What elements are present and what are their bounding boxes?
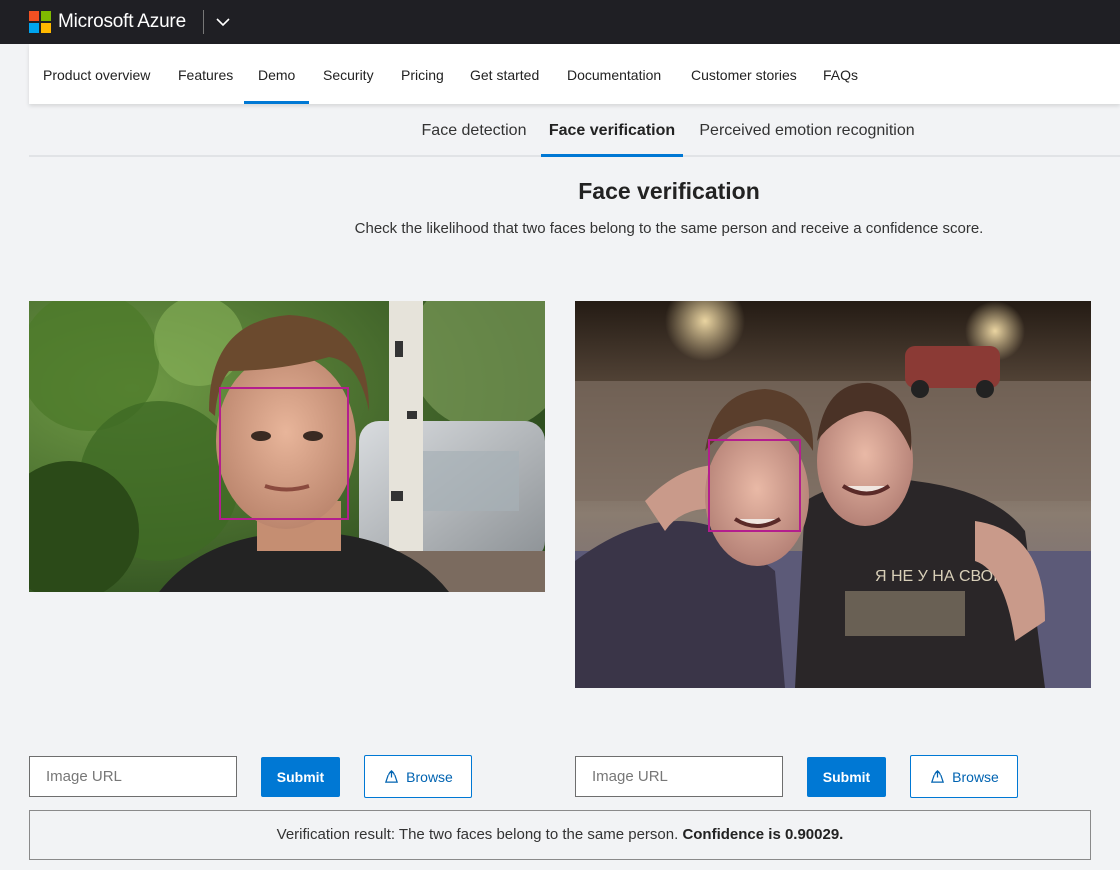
right-image-url-input[interactable]	[575, 756, 783, 797]
nav-item-pricing[interactable]: Pricing	[401, 44, 444, 104]
right-submit-button[interactable]: Submit	[807, 757, 886, 797]
browse-icon	[931, 769, 945, 783]
page-title: Face verification	[578, 178, 760, 204]
nav-item-customer-stories[interactable]: Customer stories	[691, 44, 797, 104]
product-nav: Product overview Features Demo Security …	[29, 44, 1120, 104]
right-browse-label: Browse	[952, 768, 999, 785]
verification-result-text: Verification result: The two faces belon…	[276, 826, 679, 843]
right-face-bounding-box	[708, 439, 801, 532]
left-face-bounding-box	[219, 387, 349, 520]
right-browse-button[interactable]: Browse	[910, 755, 1018, 798]
brand-divider	[203, 10, 204, 34]
microsoft-logo-icon[interactable]	[29, 11, 51, 33]
chevron-down-icon[interactable]	[213, 12, 233, 32]
left-browse-button[interactable]: Browse	[364, 755, 472, 798]
nav-item-security[interactable]: Security	[323, 44, 374, 104]
nav-item-faqs[interactable]: FAQs	[823, 44, 858, 104]
right-face-image: Я НЕ У НА СВОЇ	[575, 301, 1091, 688]
tab-face-verification[interactable]: Face verification	[541, 110, 683, 157]
nav-item-features[interactable]: Features	[178, 44, 233, 104]
left-face-image	[29, 301, 545, 592]
svg-text:Я НЕ У НА СВОЇ: Я НЕ У НА СВОЇ	[875, 567, 998, 585]
nav-item-documentation[interactable]: Documentation	[567, 44, 661, 104]
browse-icon	[385, 769, 399, 783]
brand-name[interactable]: Microsoft Azure	[58, 11, 186, 33]
top-bar: Microsoft Azure	[0, 0, 1120, 44]
tab-perceived-emotion-recognition[interactable]: Perceived emotion recognition	[692, 110, 922, 157]
page-description: Check the likelihood that two faces belo…	[354, 220, 984, 237]
tab-face-detection[interactable]: Face detection	[416, 110, 532, 157]
left-image-url-input[interactable]	[29, 756, 237, 797]
left-submit-button[interactable]: Submit	[261, 757, 340, 797]
nav-item-product-overview[interactable]: Product overview	[43, 44, 150, 104]
nav-item-demo[interactable]: Demo	[244, 44, 310, 104]
left-browse-label: Browse	[406, 768, 453, 785]
verification-result: Verification result: The two faces belon…	[29, 810, 1091, 860]
confidence-score: Confidence is 0.90029.	[682, 826, 844, 843]
right-photo-scene: Я НЕ У НА СВОЇ	[575, 301, 1091, 688]
nav-item-get-started[interactable]: Get started	[470, 44, 539, 104]
